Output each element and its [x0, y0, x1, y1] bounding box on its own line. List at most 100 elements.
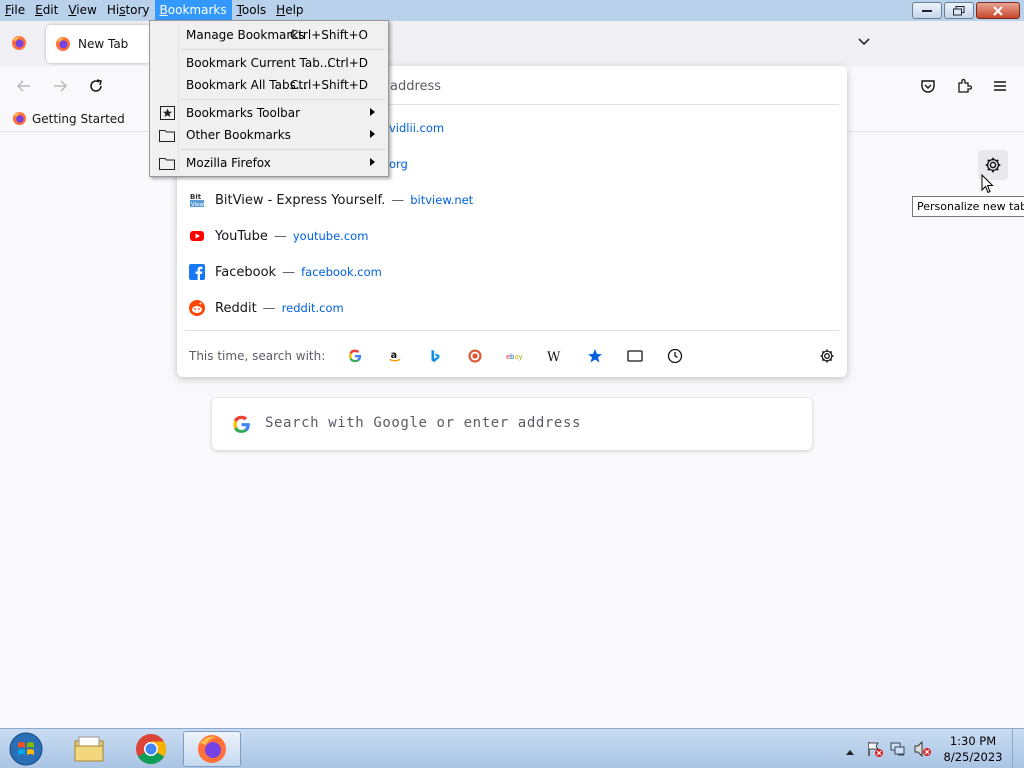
search-settings-gear-icon[interactable]: [817, 346, 837, 366]
svg-text:Bit: Bit: [190, 193, 202, 201]
menu-item-label: Other Bookmarks: [186, 128, 291, 142]
google-icon[interactable]: [345, 346, 365, 366]
submenu-arrow-icon: [370, 158, 375, 166]
close-button[interactable]: [976, 2, 1020, 19]
result-separator: —: [282, 264, 296, 280]
google-icon: [232, 415, 251, 437]
action-center-icon[interactable]: [866, 741, 884, 760]
chrome-icon: [136, 734, 167, 765]
network-icon[interactable]: [890, 741, 908, 760]
menu-history[interactable]: History: [102, 0, 155, 21]
firefox-view-button[interactable]: [8, 32, 30, 54]
restore-icon: [953, 5, 965, 15]
result-url: org: [389, 157, 408, 171]
start-button[interactable]: [6, 730, 46, 768]
menu-help[interactable]: Help: [271, 0, 308, 21]
taskbar-firefox[interactable]: [183, 731, 241, 767]
app-menu-button[interactable]: [989, 75, 1011, 97]
reddit-icon: [189, 300, 205, 316]
show-hidden-icons-button[interactable]: [845, 745, 855, 759]
bing-icon[interactable]: [425, 346, 445, 366]
bookmarks-toolbar-icon: [159, 105, 175, 121]
menu-item-mozilla-firefox[interactable]: Mozilla Firefox: [152, 152, 386, 174]
urlbar-input[interactable]: address: [390, 79, 441, 94]
submenu-arrow-icon: [370, 108, 375, 116]
show-desktop-button[interactable]: [1012, 729, 1024, 768]
puzzle-icon: [958, 78, 972, 93]
menu-separator: [181, 149, 385, 150]
firefox-icon: [12, 111, 27, 126]
content-search-placeholder: Search with Google or enter address: [265, 415, 582, 431]
menu-view[interactable]: View: [63, 0, 101, 21]
one-off-label: This time, search with:: [189, 349, 326, 363]
youtube-icon: [189, 228, 205, 244]
windows-logo-icon: [9, 732, 43, 766]
windows-taskbar: 1:30 PM 8/25/2023: [0, 728, 1024, 768]
tab-new-tab[interactable]: New Tab: [46, 25, 152, 63]
svg-text:a: a: [391, 350, 398, 361]
menubar: File Edit View History Bookmarks Tools H…: [0, 0, 309, 21]
pocket-button[interactable]: [917, 75, 939, 97]
tab-label: New Tab: [78, 37, 129, 51]
menu-edit[interactable]: Edit: [30, 0, 63, 21]
tabs-icon[interactable]: [625, 346, 645, 366]
content-search-box[interactable]: Search with Google or enter address: [212, 398, 812, 450]
mouse-cursor-icon: [981, 173, 995, 197]
list-all-tabs-button[interactable]: [856, 35, 872, 52]
urlbar-result-youtube[interactable]: YouTube — youtube.com: [189, 224, 368, 248]
bitview-icon: Bit View: [189, 192, 205, 208]
urlbar-result-reddit[interactable]: Reddit — reddit.com: [189, 296, 344, 320]
firefox-icon: [56, 37, 70, 51]
reload-icon: [90, 79, 102, 92]
system-clock[interactable]: 1:30 PM 8/25/2023: [940, 733, 1006, 765]
tooltip: Personalize new tab: [912, 196, 1024, 217]
amazon-icon[interactable]: a: [385, 346, 405, 366]
folder-icon: [74, 736, 104, 762]
forward-button[interactable]: [49, 75, 71, 97]
menu-separator: [181, 99, 385, 100]
menu-item-bookmarks-toolbar[interactable]: Bookmarks Toolbar: [152, 102, 386, 124]
history-icon[interactable]: [665, 346, 685, 366]
menu-separator: [181, 49, 385, 50]
result-url: youtube.com: [292, 229, 369, 243]
urlbar-result-bitview[interactable]: Bit View BitView - Express Yourself. — bi…: [189, 188, 473, 212]
duckduckgo-icon[interactable]: [465, 346, 485, 366]
window-controls: [912, 2, 1020, 19]
menu-item-other-bookmarks[interactable]: Other Bookmarks: [152, 124, 386, 146]
volume-muted-icon[interactable]: [914, 740, 932, 760]
result-title: Facebook: [215, 264, 277, 280]
wikipedia-icon[interactable]: W: [545, 346, 565, 366]
folder-icon: [159, 127, 175, 143]
menu-bookmarks[interactable]: Bookmarks: [154, 0, 232, 21]
back-arrow-icon: [16, 80, 30, 92]
facebook-icon: [189, 264, 205, 280]
back-button[interactable]: [13, 75, 35, 97]
restore-button[interactable]: [944, 2, 974, 19]
result-title: YouTube: [215, 228, 268, 244]
extensions-button[interactable]: [953, 75, 975, 97]
menu-item-bookmark-current-tab[interactable]: Bookmark Current Tab... Ctrl+D: [152, 52, 386, 74]
bookmark-getting-started[interactable]: Getting Started: [12, 111, 125, 126]
urlbar-result-facebook[interactable]: Facebook — facebook.com: [189, 260, 382, 284]
taskbar-chrome[interactable]: [122, 731, 180, 767]
clock-time: 1:30 PM: [949, 734, 997, 748]
result-title: BitView - Express Yourself.: [215, 192, 386, 208]
menu-tools[interactable]: Tools: [232, 0, 272, 21]
gear-icon: [985, 157, 1001, 173]
bookmarks-menu-popup: Manage Bookmarks Ctrl+Shift+O Bookmark C…: [149, 20, 389, 177]
minimize-button[interactable]: [912, 2, 942, 19]
result-url: facebook.com: [301, 265, 382, 279]
menu-item-label: Bookmark Current Tab...: [186, 56, 332, 70]
close-icon: [993, 5, 1003, 16]
taskbar-explorer[interactable]: [60, 731, 118, 767]
result-separator: —: [391, 192, 405, 208]
reload-button[interactable]: [85, 75, 107, 97]
ebay-icon[interactable]: ebay: [505, 346, 525, 366]
menu-item-label: Bookmarks Toolbar: [186, 106, 301, 120]
bookmarks-star-icon[interactable]: [585, 346, 605, 366]
result-separator: —: [262, 300, 276, 316]
menu-item-manage-bookmarks[interactable]: Manage Bookmarks Ctrl+Shift+O: [152, 24, 386, 46]
menu-file[interactable]: File: [0, 0, 30, 21]
menu-item-bookmark-all-tabs[interactable]: Bookmark All Tabs... Ctrl+Shift+D: [152, 74, 386, 96]
svg-text:W: W: [547, 350, 561, 363]
